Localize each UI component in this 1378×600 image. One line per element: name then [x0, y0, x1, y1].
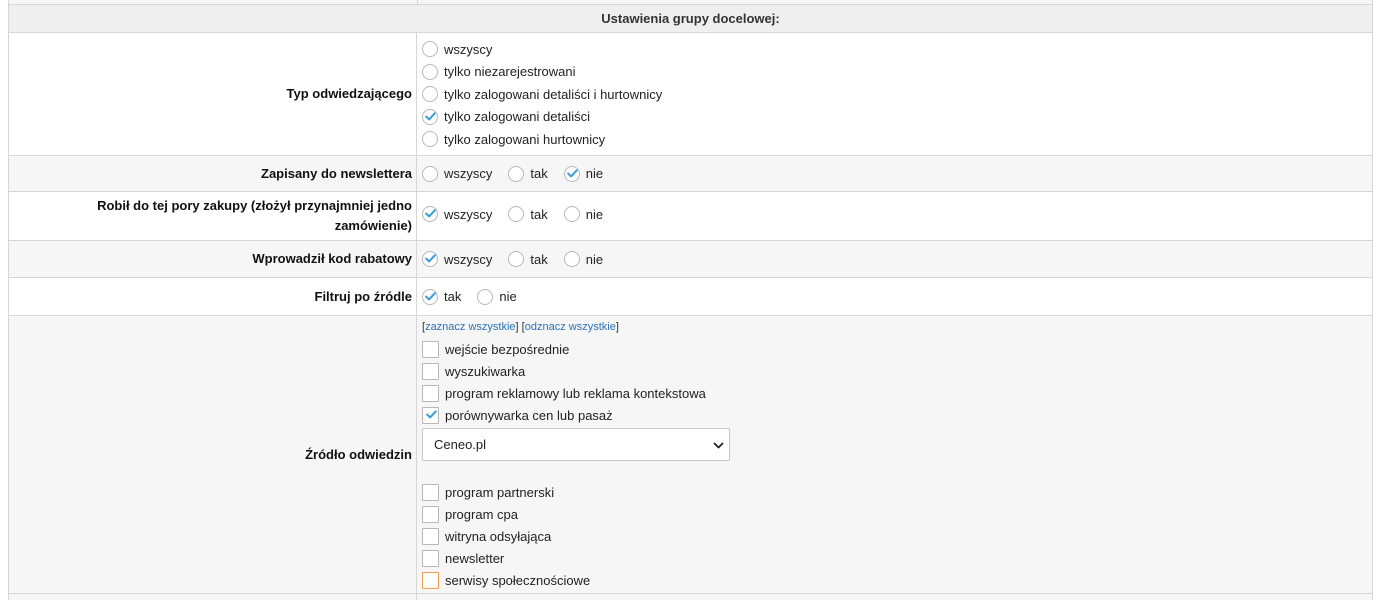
radio[interactable]: [563, 251, 580, 267]
radio-checked[interactable]: [422, 288, 438, 305]
radio[interactable]: [477, 288, 494, 305]
comparison-site-selected-value: Ceneo.pl: [434, 437, 487, 452]
radio[interactable]: [508, 251, 525, 267]
checkmark-icon: [566, 168, 578, 178]
source-filter-option-no[interactable]: nie: [477, 286, 517, 308]
source-filter-option-yes[interactable]: tak: [422, 286, 461, 308]
checkbox[interactable]: [422, 362, 439, 380]
checkbox[interactable]: [422, 505, 439, 523]
source-item[interactable]: serwisy społecznościowe: [422, 569, 1372, 591]
checkbox[interactable]: [422, 527, 439, 545]
visitor-type-option-retail-and-wholesale[interactable]: tylko zalogowani detaliści i hurtownicy: [422, 83, 1372, 106]
newsletter-label: Zapisany do newslettera: [261, 165, 412, 181]
discount-code-option-all[interactable]: wszyscy: [422, 248, 492, 270]
source-filter-label: Filtruj po źródle: [314, 288, 413, 304]
select-links: [zaznacz wszystkie] [odznacz wszystkie]: [422, 321, 619, 333]
newsletter-option-no[interactable]: nie: [563, 163, 603, 185]
section-title: Ustawienia grupy docelowej:: [601, 11, 780, 26]
radio[interactable]: [422, 165, 438, 182]
radio-checked[interactable]: [563, 165, 580, 182]
purchases-radio-group: wszyscy tak nie: [422, 203, 1372, 225]
chevron-down-icon: [713, 439, 724, 450]
radio[interactable]: [422, 131, 438, 148]
source-filter-radio-group: tak nie: [422, 278, 1372, 315]
newsletter-radio-group: wszyscy tak nie: [422, 156, 1372, 191]
source-item[interactable]: witryna odsyłająca: [422, 525, 1372, 547]
next-row-edge: [9, 594, 1372, 600]
source-item[interactable]: wejście bezpośrednie: [422, 338, 1372, 360]
visitor-type-option-all[interactable]: wszyscy: [422, 38, 1372, 61]
checkmark-icon: [425, 254, 436, 263]
row-visitor-type: Typ odwiedzającego wszyscy tylko niezare…: [9, 33, 1372, 156]
purchases-option-all[interactable]: wszyscy: [422, 203, 492, 225]
visitor-type-option-wholesale[interactable]: tylko zalogowani hurtownicy: [422, 128, 1372, 151]
purchases-option-yes[interactable]: tak: [508, 203, 548, 225]
row-newsletter: Zapisany do newslettera wszyscy tak nie: [9, 156, 1372, 192]
source-item[interactable]: program cpa: [422, 503, 1372, 525]
purchases-label: Robił do tej pory zakupy (złożył przynaj…: [97, 198, 412, 233]
checkmark-icon: [425, 209, 436, 218]
radio[interactable]: [508, 165, 525, 182]
visit-source-controls: [zaznacz wszystkie] [odznacz wszystkie] …: [422, 316, 1372, 593]
checkbox[interactable]: [422, 571, 439, 589]
discount-code-label: Wprowadził kod rabatowy: [252, 251, 412, 266]
visit-source-label: Źródło odwiedzin: [305, 446, 412, 462]
checkbox[interactable]: [422, 340, 439, 358]
discount-code-radio-group: wszyscy tak nie: [422, 241, 1372, 277]
section-header: Ustawienia grupy docelowej:: [9, 5, 1372, 33]
newsletter-option-all[interactable]: wszyscy: [422, 163, 492, 185]
checkmark-icon: [425, 410, 437, 419]
source-item[interactable]: program partnerski: [422, 481, 1372, 503]
discount-code-option-yes[interactable]: tak: [508, 248, 548, 270]
radio-checked[interactable]: [422, 108, 438, 125]
visitor-type-radio-group: wszyscy tylko niezarejestrowani tylko za…: [422, 33, 1372, 155]
radio[interactable]: [422, 86, 438, 103]
checkbox-checked[interactable]: [422, 406, 439, 424]
source-item[interactable]: porównywarka cen lub pasaż: [422, 404, 1372, 426]
visitor-type-option-unregistered[interactable]: tylko niezarejestrowani: [422, 61, 1372, 84]
checkmark-icon: [425, 112, 436, 121]
select-all-link[interactable]: zaznacz wszystkie: [425, 321, 515, 333]
source-item[interactable]: newsletter: [422, 547, 1372, 569]
source-item[interactable]: wyszukiwarka: [422, 360, 1372, 382]
checkbox[interactable]: [422, 549, 439, 567]
source-item[interactable]: program reklamowy lub reklama kontekstow…: [422, 382, 1372, 404]
row-discount-code: Wprowadził kod rabatowy wszyscy tak nie: [9, 241, 1372, 278]
comparison-site-select[interactable]: Ceneo.pl: [422, 428, 730, 461]
radio-checked[interactable]: [422, 206, 438, 222]
newsletter-option-yes[interactable]: tak: [508, 163, 548, 185]
radio[interactable]: [508, 206, 525, 222]
checkmark-icon: [425, 291, 436, 301]
radio[interactable]: [563, 206, 580, 222]
radio[interactable]: [422, 63, 438, 80]
radio[interactable]: [422, 41, 438, 58]
target-group-settings-panel: Ustawienia grupy docelowej: Typ odwiedza…: [8, 0, 1373, 600]
checkbox[interactable]: [422, 384, 439, 402]
deselect-all-link[interactable]: odznacz wszystkie: [525, 321, 616, 333]
visitor-type-label: Typ odwiedzającego: [286, 86, 412, 101]
row-purchases: Robił do tej pory zakupy (złożył przynaj…: [9, 192, 1372, 241]
radio-checked[interactable]: [422, 251, 438, 267]
checkbox[interactable]: [422, 483, 439, 501]
row-source-filter: Filtruj po źródle tak nie: [9, 278, 1372, 316]
row-visit-source: Źródło odwiedzin [zaznacz wszystkie] [od…: [9, 316, 1372, 594]
purchases-option-no[interactable]: nie: [563, 203, 603, 225]
visitor-type-option-retail[interactable]: tylko zalogowani detaliści: [422, 106, 1372, 129]
discount-code-option-no[interactable]: nie: [563, 248, 603, 270]
